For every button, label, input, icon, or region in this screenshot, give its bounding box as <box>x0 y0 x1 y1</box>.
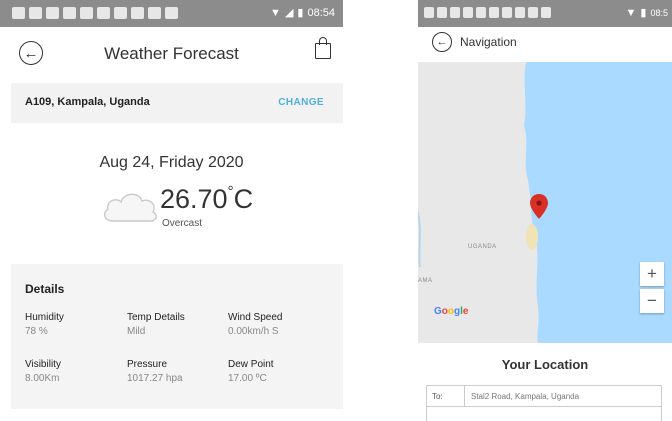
notification-icon <box>450 7 460 18</box>
notification-icon <box>541 7 551 18</box>
page-title: Navigation <box>460 35 517 49</box>
status-bar: ▼ ◢ ▮ 08:54 <box>0 0 343 27</box>
notification-icon <box>424 7 434 18</box>
temperature: 26.70°C <box>160 183 253 215</box>
notification-icon <box>131 7 144 19</box>
notification-icon <box>114 7 127 19</box>
notification-icon <box>97 7 110 19</box>
destination-label: To: <box>427 386 465 406</box>
land-mass <box>418 62 539 343</box>
map-country-label: UGANDA <box>468 244 497 250</box>
google-logo: Google <box>434 306 469 317</box>
notification-icon <box>29 7 42 19</box>
notification-icon <box>63 7 76 19</box>
detail-label: Temp Details <box>127 312 185 323</box>
city-highlight <box>526 224 538 250</box>
notification-icon <box>46 7 59 19</box>
zoom-out-button[interactable]: − <box>640 289 664 313</box>
wifi-icon: ▼ <box>270 6 281 19</box>
detail-humidity: Humidity 78 % <box>25 311 64 339</box>
notification-icons <box>12 7 178 19</box>
detail-label: Wind Speed <box>228 312 283 323</box>
map-view[interactable]: UGANDA AMA + − Google <box>418 62 672 343</box>
notification-icon <box>437 7 447 18</box>
detail-value: 17.00 ºC <box>228 373 267 384</box>
detail-value: 8.00Km <box>25 373 60 384</box>
weather-screen: ▼ ◢ ▮ 08:54 ← Weather Forecast A109, Kam… <box>0 0 343 421</box>
change-address-button[interactable]: CHANGE <box>278 97 324 108</box>
forecast-date: Aug 24, Friday 2020 <box>99 154 244 171</box>
destination-value: Stal2 Road, Kampala, Uganda <box>471 391 580 401</box>
detail-dew-point: Dew Point 17.00 ºC <box>228 358 274 386</box>
detail-wind: Wind Speed 0.00km/h S <box>228 311 282 339</box>
notification-icon <box>148 7 161 19</box>
notification-icon <box>80 7 93 19</box>
detail-pressure: Pressure 1017.27 hpa <box>127 358 183 386</box>
temperature-value: 26.70 <box>160 184 228 214</box>
notification-icon <box>165 7 178 19</box>
clock: 08:5 <box>650 7 668 18</box>
clock: 08:54 <box>307 6 335 19</box>
signal-icon: ◢ <box>284 7 294 19</box>
cloud-icon <box>103 193 157 222</box>
location-pin-icon[interactable] <box>530 194 548 219</box>
detail-label: Humidity <box>25 312 64 323</box>
navigation-screen: ▼ ▮ 08:5 ← Navigation UGANDA AMA + − Goo… <box>418 0 672 421</box>
address-text: A109, Kampala, Uganda <box>25 96 150 108</box>
details-panel: Details Humidity 78 % Temp Details Mild … <box>11 264 343 409</box>
details-heading: Details <box>25 282 65 296</box>
app-bar: ← Weather Forecast <box>0 27 343 83</box>
notification-icon <box>502 7 512 18</box>
map-canvas <box>418 62 548 343</box>
weather-condition: Overcast <box>162 218 203 229</box>
location-pin-dot <box>536 200 542 206</box>
notification-icon <box>528 7 538 18</box>
temperature-unit: C <box>233 184 254 214</box>
detail-visibility: Visibility 8.00Km <box>25 358 61 386</box>
notification-icon <box>489 7 499 18</box>
wifi-icon: ▼ <box>625 6 637 19</box>
your-location-heading: Your Location <box>501 357 589 372</box>
notification-icon <box>515 7 525 18</box>
notification-icon <box>12 7 25 19</box>
detail-value: Mild <box>127 326 146 337</box>
status-bar: ▼ ▮ 08:5 <box>418 0 672 27</box>
battery-icon: ▮ <box>640 7 647 19</box>
page-title: Weather Forecast <box>104 44 239 63</box>
notification-icon <box>476 7 486 18</box>
detail-label: Visibility <box>25 359 61 370</box>
destination-field[interactable]: To: Stal2 Road, Kampala, Uganda <box>426 385 662 407</box>
detail-value: 78 % <box>25 326 48 337</box>
address-bar: A109, Kampala, Uganda CHANGE <box>11 83 343 123</box>
detail-value: 0.00km/h S <box>228 326 279 337</box>
detail-temp: Temp Details Mild <box>127 311 185 339</box>
back-arrow-icon[interactable]: ← <box>432 32 452 52</box>
detail-value: 1017.27 hpa <box>127 373 183 384</box>
detail-label: Pressure <box>127 359 168 370</box>
zoom-in-button[interactable]: + <box>640 262 664 286</box>
battery-icon: ▮ <box>297 7 304 19</box>
notification-icon <box>463 7 473 18</box>
secondary-field[interactable] <box>426 406 662 421</box>
shopping-bag-icon[interactable] <box>315 37 331 59</box>
map-region-label: AMA <box>418 278 433 284</box>
detail-label: Dew Point <box>228 359 274 370</box>
notification-icons <box>424 7 551 18</box>
